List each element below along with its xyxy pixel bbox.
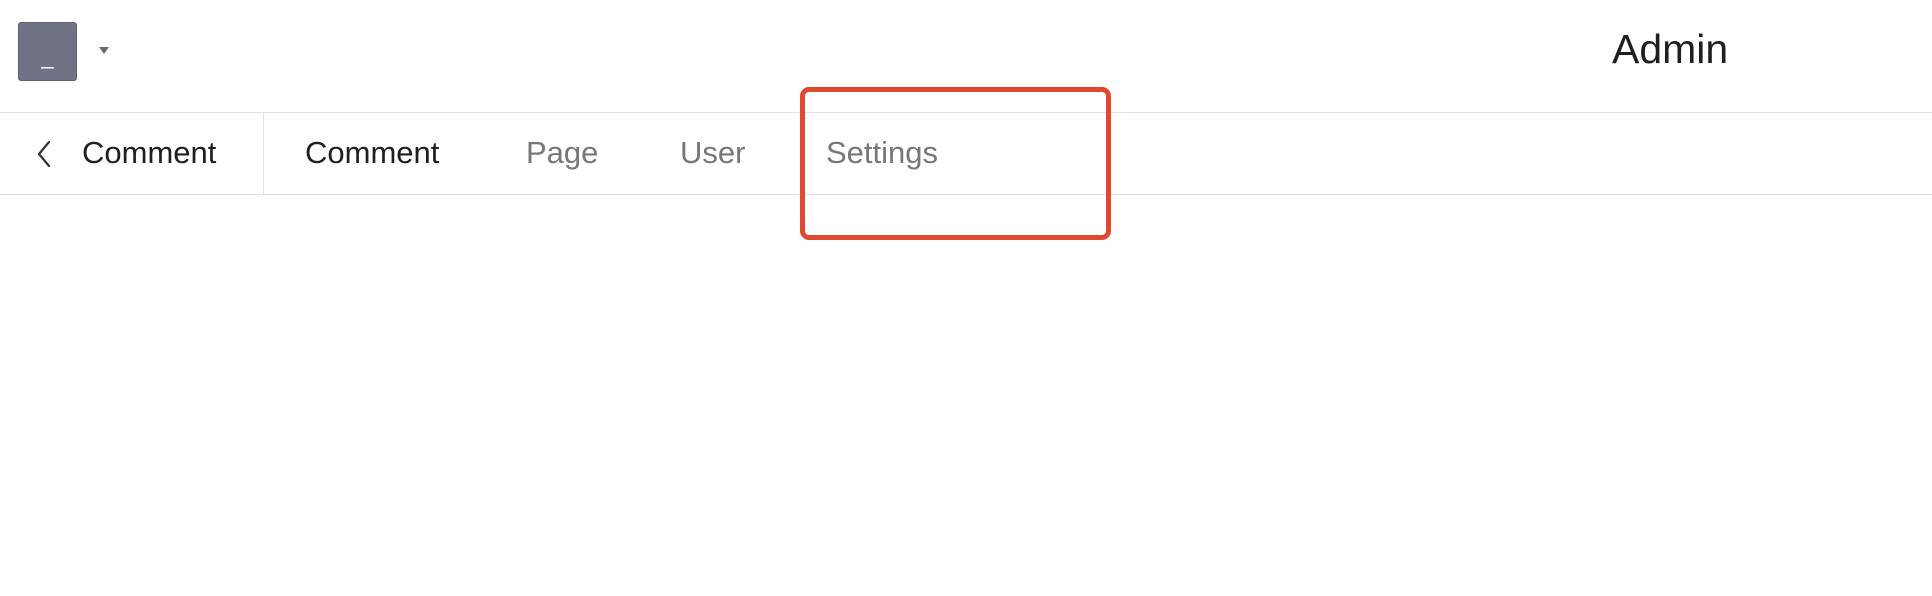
tab-settings[interactable]: Settings (826, 133, 938, 173)
tab-page[interactable]: Page (526, 133, 598, 173)
top-bar: _ Admin (0, 0, 1932, 112)
back-label: Comment (82, 135, 217, 170)
admin-label: Admin (1612, 26, 1729, 72)
tab-comment[interactable]: Comment (305, 133, 439, 173)
tab-user[interactable]: User (680, 133, 745, 173)
app-icon-glyph: _ (41, 44, 54, 69)
back-button[interactable]: Comment (0, 113, 264, 194)
app-icon[interactable]: _ (18, 22, 77, 81)
tab-bar: Comment Comment Page User Settings (0, 112, 1932, 195)
chevron-left-icon (37, 140, 51, 168)
page: _ Admin Comment Comment Page User Settin… (0, 0, 1932, 596)
caret-down-icon[interactable] (96, 42, 112, 58)
admin-link[interactable]: Admin (1612, 24, 1729, 77)
